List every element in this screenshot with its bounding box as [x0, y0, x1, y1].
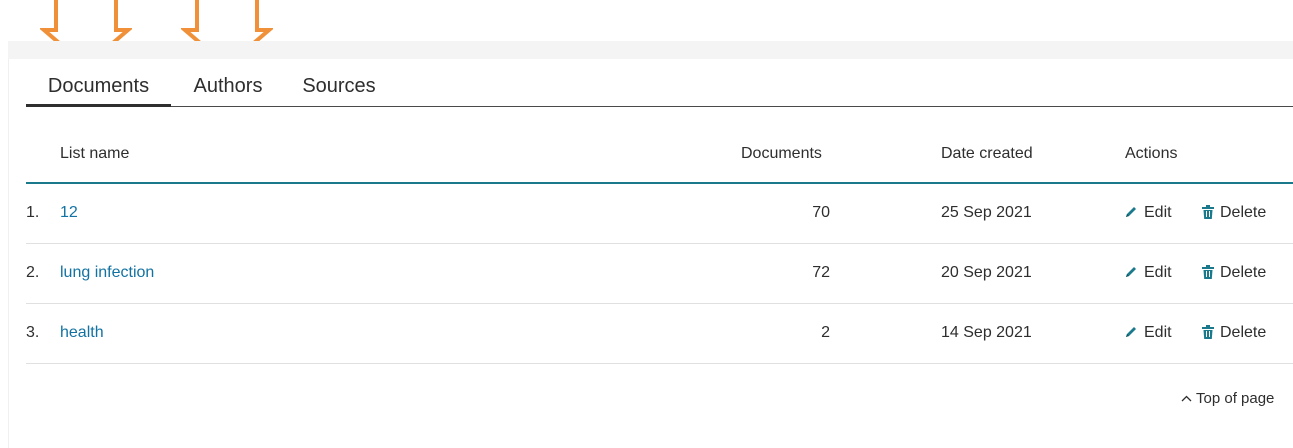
document-count: 2	[821, 324, 830, 341]
top-of-page-label: Top of page	[1196, 390, 1275, 407]
pencil-icon	[1126, 267, 1136, 277]
top-of-page-link[interactable]: Top of page	[1181, 390, 1274, 407]
trash-icon	[1202, 265, 1214, 279]
tab-authors[interactable]: Authors	[188, 74, 268, 106]
delete-button[interactable]: Delete	[1202, 263, 1266, 283]
header-documents: Documents	[741, 145, 822, 162]
date-created: 20 Sep 2021	[941, 264, 1032, 281]
edit-button[interactable]: Edit	[1124, 323, 1172, 343]
delete-button[interactable]: Delete	[1202, 203, 1266, 223]
delete-label: Delete	[1220, 264, 1267, 281]
header-actions: Actions	[1125, 145, 1178, 162]
header-date-created: Date created	[941, 145, 1033, 162]
table-row: 1. 12 70 25 Sep 2021 Edit Delete	[26, 183, 1293, 244]
page-top-strip	[8, 41, 1293, 59]
date-created: 14 Sep 2021	[941, 324, 1032, 341]
edit-button[interactable]: Edit	[1124, 263, 1172, 283]
list-name-link[interactable]: health	[60, 323, 104, 343]
document-count: 72	[812, 264, 830, 281]
tab-documents[interactable]: Documents	[26, 74, 171, 107]
pencil-icon	[1126, 327, 1136, 337]
delete-label: Delete	[1220, 204, 1267, 221]
row-index: 1.	[26, 204, 40, 221]
edit-label: Edit	[1144, 324, 1172, 341]
list-name-link[interactable]: 12	[60, 203, 78, 223]
row-index: 2.	[26, 264, 40, 281]
pencil-icon	[1126, 207, 1136, 217]
chevron-up-icon	[1181, 395, 1192, 402]
delete-button[interactable]: Delete	[1202, 323, 1266, 343]
edit-label: Edit	[1144, 204, 1172, 221]
table-row: 2. lung infection 72 20 Sep 2021 Edit De…	[26, 243, 1293, 304]
document-count: 70	[812, 204, 830, 221]
edit-button[interactable]: Edit	[1124, 203, 1172, 223]
list-name-link[interactable]: lung infection	[60, 263, 154, 283]
date-created: 25 Sep 2021	[941, 204, 1032, 221]
tab-bar: Documents Authors Sources	[26, 74, 1293, 107]
delete-label: Delete	[1220, 324, 1267, 341]
row-index: 3.	[26, 324, 40, 341]
header-list-name: List name	[60, 145, 130, 162]
trash-icon	[1202, 205, 1214, 219]
trash-icon	[1202, 325, 1214, 339]
table-row: 3. health 2 14 Sep 2021 Edit Delete	[26, 303, 1293, 364]
tab-sources[interactable]: Sources	[296, 74, 382, 106]
edit-label: Edit	[1144, 264, 1172, 281]
